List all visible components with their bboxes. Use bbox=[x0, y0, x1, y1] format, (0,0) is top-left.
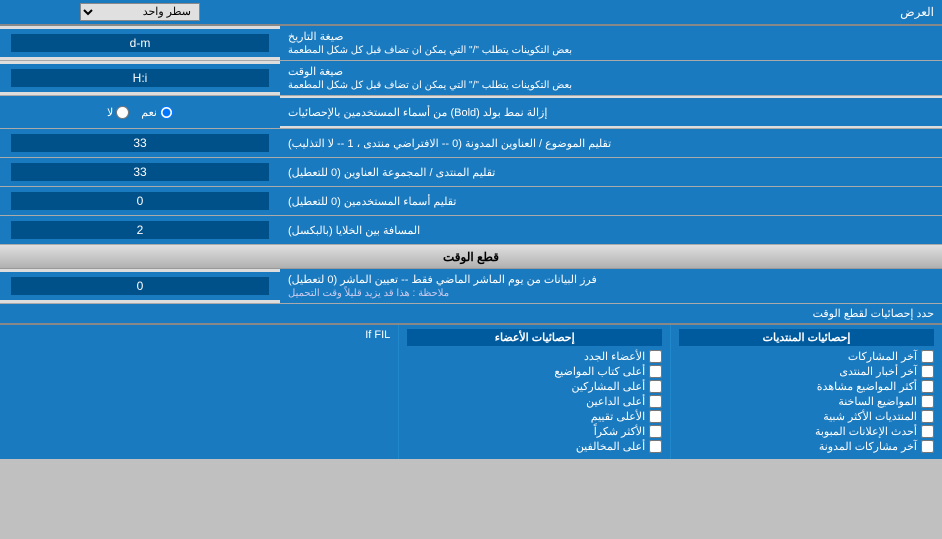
bold-remove-radio-container: نعم لا bbox=[0, 96, 280, 128]
display-label: العرض bbox=[280, 2, 942, 22]
user-order-input-container bbox=[0, 187, 280, 215]
checkbox-item-most-similar: المنتديات الأكثر شبية bbox=[679, 410, 934, 423]
right-col: If FIL bbox=[0, 325, 398, 459]
checkbox-last-posts[interactable] bbox=[921, 350, 934, 363]
time-cutoff-input-container bbox=[0, 272, 280, 300]
main-container: العرض سطر واحد سطرين ثلاثة أسطر صيغة الت… bbox=[0, 0, 942, 459]
checkbox-top-topic-writers[interactable] bbox=[649, 365, 662, 378]
checkbox-top-violators[interactable] bbox=[649, 440, 662, 453]
checkbox-item-hot-topics: المواضيع الساخنة bbox=[679, 395, 934, 408]
limit-label-row: حدد إحصائيات لقطع الوقت bbox=[0, 304, 942, 324]
topic-order-input[interactable] bbox=[11, 134, 269, 152]
time-format-input[interactable] bbox=[11, 69, 269, 87]
topic-order-row: تقليم الموضوع / العناوين المدونة (0 -- ا… bbox=[0, 129, 942, 158]
forum-stats-header: إحصائيات المنتديات bbox=[679, 329, 934, 346]
checkbox-item-top-violators: أعلى المخالفين bbox=[407, 440, 662, 453]
cell-spacing-input-container bbox=[0, 216, 280, 244]
checkbox-item-top-rated: الأعلى تقييم bbox=[407, 410, 662, 423]
bold-yes-radio[interactable] bbox=[160, 106, 173, 119]
member-stats-col: إحصائيات الأعضاء الأعضاء الجدد أعلى كتاب… bbox=[398, 325, 670, 459]
bold-remove-row: إزالة نمط بولد (Bold) من أسماء المستخدمي… bbox=[0, 96, 942, 129]
user-order-row: تقليم أسماء المستخدمين (0 للتعطيل) bbox=[0, 187, 942, 216]
checkbox-most-viewed[interactable] bbox=[921, 380, 934, 393]
checkbox-item-top-participants: أعلى المشاركين bbox=[407, 380, 662, 393]
checkbox-item-most-thanked: الأكثر شكراً bbox=[407, 425, 662, 438]
checkbox-most-thanked[interactable] bbox=[649, 425, 662, 438]
date-format-input[interactable] bbox=[11, 34, 269, 52]
checkbox-item-top-topic-writers: أعلى كتاب المواضيع bbox=[407, 365, 662, 378]
time-cutoff-input[interactable] bbox=[11, 277, 269, 295]
checkbox-hot-topics[interactable] bbox=[921, 395, 934, 408]
checkbox-item-blog-posts: آخر مشاركات المدونة bbox=[679, 440, 934, 453]
bold-no-label: لا bbox=[107, 106, 129, 119]
date-format-input-container bbox=[0, 29, 280, 57]
cell-spacing-row: المسافة بين الخلايا (بالبكسل) bbox=[0, 216, 942, 245]
date-format-row: صيغة التاريخ بعض التكوينات يتطلب "/" الت… bbox=[0, 26, 942, 61]
checkbox-latest-classified[interactable] bbox=[921, 425, 934, 438]
checkbox-item-most-viewed: أكثر المواضيع مشاهدة bbox=[679, 380, 934, 393]
checkbox-blog-posts[interactable] bbox=[921, 440, 934, 453]
topic-order-input-container bbox=[0, 129, 280, 157]
checkbox-new-members[interactable] bbox=[649, 350, 662, 363]
forum-order-row: تقليم المنتدى / المجموعة العناوين (0 للت… bbox=[0, 158, 942, 187]
checkbox-item-last-posts: آخر المشاركات bbox=[679, 350, 934, 363]
checkbox-item-latest-classified: أحدث الإعلانات المبوبة bbox=[679, 425, 934, 438]
time-section-header: قطع الوقت bbox=[0, 245, 942, 269]
date-format-label: صيغة التاريخ بعض التكوينات يتطلب "/" الت… bbox=[280, 26, 942, 60]
forum-order-input-container bbox=[0, 158, 280, 186]
time-format-input-container bbox=[0, 64, 280, 92]
time-cutoff-row: فرز البيانات من يوم الماشر الماضي فقط --… bbox=[0, 269, 942, 304]
bold-remove-label: إزالة نمط بولد (Bold) من أسماء المستخدمي… bbox=[280, 98, 942, 126]
if-fil-text: If FIL bbox=[365, 329, 390, 341]
checkbox-forum-news[interactable] bbox=[921, 365, 934, 378]
bottom-section: إحصائيات المنتديات آخر المشاركات آخر أخب… bbox=[0, 324, 942, 459]
time-format-row: صيغة الوقت بعض التكوينات يتطلب "/" التي … bbox=[0, 61, 942, 96]
checkbox-item-forum-news: آخر أخبار المنتدى bbox=[679, 365, 934, 378]
display-row: العرض سطر واحد سطرين ثلاثة أسطر bbox=[0, 0, 942, 26]
checkbox-top-participants[interactable] bbox=[649, 380, 662, 393]
topic-order-label: تقليم الموضوع / العناوين المدونة (0 -- ا… bbox=[280, 129, 942, 157]
cell-spacing-label: المسافة بين الخلايا (بالبكسل) bbox=[280, 216, 942, 244]
forum-order-input[interactable] bbox=[11, 163, 269, 181]
bold-yes-label: نعم bbox=[141, 106, 173, 119]
display-select-container: سطر واحد سطرين ثلاثة أسطر bbox=[0, 1, 280, 23]
forum-stats-col: إحصائيات المنتديات آخر المشاركات آخر أخب… bbox=[670, 325, 942, 459]
user-order-label: تقليم أسماء المستخدمين (0 للتعطيل) bbox=[280, 187, 942, 215]
checkbox-most-similar[interactable] bbox=[921, 410, 934, 423]
member-stats-header: إحصائيات الأعضاء bbox=[407, 329, 662, 346]
forum-order-label: تقليم المنتدى / المجموعة العناوين (0 للت… bbox=[280, 158, 942, 186]
time-cutoff-label: فرز البيانات من يوم الماشر الماضي فقط --… bbox=[280, 269, 942, 303]
user-order-input[interactable] bbox=[11, 192, 269, 210]
display-select[interactable]: سطر واحد سطرين ثلاثة أسطر bbox=[80, 3, 200, 21]
checkbox-top-invitors[interactable] bbox=[649, 395, 662, 408]
checkbox-top-rated[interactable] bbox=[649, 410, 662, 423]
cell-spacing-input[interactable] bbox=[11, 221, 269, 239]
checkbox-item-top-invitors: أعلى الداعين bbox=[407, 395, 662, 408]
bold-no-radio[interactable] bbox=[116, 106, 129, 119]
time-format-label: صيغة الوقت بعض التكوينات يتطلب "/" التي … bbox=[280, 61, 942, 95]
checkbox-item-new-members: الأعضاء الجدد bbox=[407, 350, 662, 363]
